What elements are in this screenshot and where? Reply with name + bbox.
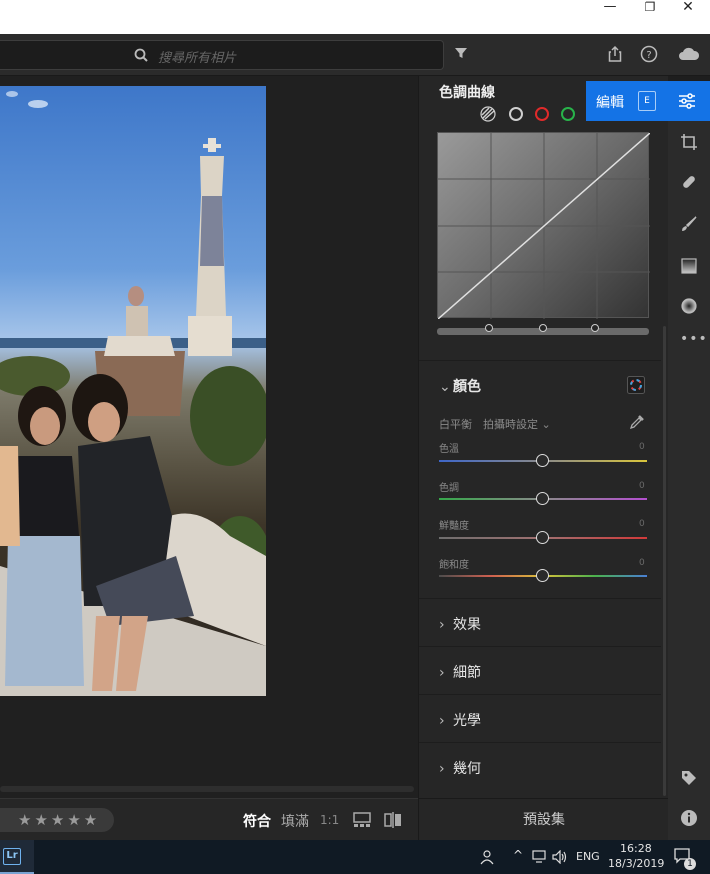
clock-time[interactable]: 16:28 xyxy=(620,842,652,855)
window-titlebar: — ❐ ✕ xyxy=(0,0,710,34)
help-icon[interactable]: ? xyxy=(640,45,658,63)
lightroom-taskbar-button[interactable]: Lr xyxy=(0,840,34,874)
color-mixer-icon[interactable] xyxy=(627,376,645,394)
chevron-down-icon: ⌄ xyxy=(541,418,551,431)
saturation-label: 飽和度 xyxy=(439,560,469,571)
windows-taskbar: Lr ^ ENG 16:28 18/3/2019 1 xyxy=(0,840,710,874)
tag-icon[interactable] xyxy=(680,769,698,787)
language-indicator[interactable]: ENG xyxy=(576,850,600,863)
temp-value: 0 xyxy=(639,442,645,452)
white-balance-label: 白平衡 xyxy=(439,418,472,431)
healing-icon[interactable] xyxy=(680,173,698,191)
curve-midtone-handle[interactable] xyxy=(539,324,547,332)
photo-image xyxy=(0,91,266,696)
curve-shadow-handle[interactable] xyxy=(485,324,493,332)
search-field[interactable]: 搜尋所有相片 xyxy=(0,40,444,70)
fit-option[interactable]: 符合 xyxy=(243,811,271,831)
rgb-channel-icon[interactable] xyxy=(507,106,525,122)
chevron-right-icon: › xyxy=(439,665,445,681)
section-divider xyxy=(419,360,661,361)
share-icon[interactable] xyxy=(606,45,624,63)
people-icon[interactable] xyxy=(480,849,496,865)
temp-label: 色溫 xyxy=(439,444,459,455)
tint-value: 0 xyxy=(639,481,645,491)
presets-button[interactable]: 預設集 xyxy=(419,798,669,840)
photo-viewer[interactable] xyxy=(0,76,418,798)
section-divider xyxy=(419,646,661,647)
close-button[interactable]: ✕ xyxy=(668,0,708,14)
filmstrip-icon[interactable] xyxy=(353,812,371,828)
more-icon[interactable]: ••• xyxy=(680,331,707,349)
filter-icon[interactable] xyxy=(454,46,468,60)
effects-section-title: 效果 xyxy=(453,617,481,633)
tool-rail: ••• xyxy=(668,121,710,840)
one-to-one-option[interactable]: 1:1 xyxy=(320,813,339,827)
search-icon xyxy=(134,48,148,62)
tone-curve-grid xyxy=(437,132,651,320)
fill-option[interactable]: 填滿 xyxy=(281,811,309,831)
compare-icon[interactable] xyxy=(384,811,402,829)
white-balance-select[interactable]: 拍攝時設定 ⌄ xyxy=(483,416,551,432)
chevron-down-icon: ⌄ xyxy=(439,379,451,395)
red-channel-icon[interactable] xyxy=(533,106,551,122)
chevron-up-icon[interactable]: ^ xyxy=(513,848,523,862)
info-icon[interactable] xyxy=(680,809,698,827)
star-rating[interactable]: ★★★★★ xyxy=(0,808,114,832)
geometry-section-header[interactable]: › 幾何 xyxy=(439,758,481,778)
color-section-header[interactable]: ⌄ 顏色 xyxy=(439,376,481,396)
chevron-right-icon: › xyxy=(439,713,445,729)
curve-highlight-handle[interactable] xyxy=(591,324,599,332)
optics-section-header[interactable]: › 光學 xyxy=(439,710,481,730)
section-divider xyxy=(419,742,661,743)
edit-panel: 色調曲線 ⌄ 顏色 白平衡 拍攝時設定 ⌄ 色溫 0 色調 0 鮮豔度 0 飽和… xyxy=(418,76,669,840)
linear-gradient-icon[interactable] xyxy=(680,257,698,275)
svg-text:?: ? xyxy=(646,50,651,61)
edit-tab-label: 編輯 xyxy=(596,95,624,111)
network-icon[interactable] xyxy=(532,850,548,864)
notification-count-badge: 1 xyxy=(684,858,696,870)
tone-curve-title: 色調曲線 xyxy=(439,85,495,101)
minimize-button[interactable]: — xyxy=(590,0,630,14)
optics-section-title: 光學 xyxy=(453,713,481,729)
horizontal-scrollbar[interactable] xyxy=(0,786,414,792)
color-section-title: 顏色 xyxy=(453,379,481,395)
detail-section-header[interactable]: › 細節 xyxy=(439,662,481,682)
volume-icon[interactable] xyxy=(552,850,568,864)
eyedropper-icon[interactable] xyxy=(629,414,645,430)
saturation-slider-thumb[interactable] xyxy=(536,569,549,582)
tint-label: 色調 xyxy=(439,483,459,494)
tone-curve-graph[interactable] xyxy=(437,132,651,320)
detail-section-title: 細節 xyxy=(453,665,481,681)
edit-tab[interactable]: 編輯 E xyxy=(586,81,710,121)
green-channel-icon[interactable] xyxy=(559,106,577,122)
vibrance-label: 鮮豔度 xyxy=(439,521,469,532)
cloud-icon[interactable] xyxy=(678,45,700,63)
app-topbar: 搜尋所有相片 ? xyxy=(0,34,710,76)
geometry-section-title: 幾何 xyxy=(453,761,481,777)
parametric-curve-icon[interactable] xyxy=(479,106,497,122)
maximize-button[interactable]: ❐ xyxy=(630,0,670,14)
photo-preview[interactable] xyxy=(0,86,266,696)
panel-scrollbar[interactable] xyxy=(663,326,666,796)
bottom-toolbar: ★★★★★ 符合 填滿 1:1 xyxy=(0,798,418,840)
crop-icon[interactable] xyxy=(680,133,698,151)
clock-date[interactable]: 18/3/2019 xyxy=(608,857,664,870)
lightroom-app-icon: Lr xyxy=(3,848,21,865)
brush-icon[interactable] xyxy=(680,215,698,233)
chevron-right-icon: › xyxy=(439,761,445,777)
white-balance-value: 拍攝時設定 xyxy=(483,418,538,431)
effects-section-header[interactable]: › 效果 xyxy=(439,614,481,634)
edit-shortcut-badge: E xyxy=(638,91,656,111)
search-placeholder: 搜尋所有相片 xyxy=(158,51,237,66)
section-divider xyxy=(419,694,661,695)
vibrance-slider-thumb[interactable] xyxy=(536,531,549,544)
vibrance-value: 0 xyxy=(639,519,645,529)
temp-slider-thumb[interactable] xyxy=(536,454,549,467)
radial-gradient-icon[interactable] xyxy=(680,297,698,315)
section-divider xyxy=(419,598,661,599)
chevron-right-icon: › xyxy=(439,617,445,633)
tint-slider-thumb[interactable] xyxy=(536,492,549,505)
sliders-icon xyxy=(679,93,695,109)
saturation-value: 0 xyxy=(639,558,645,568)
